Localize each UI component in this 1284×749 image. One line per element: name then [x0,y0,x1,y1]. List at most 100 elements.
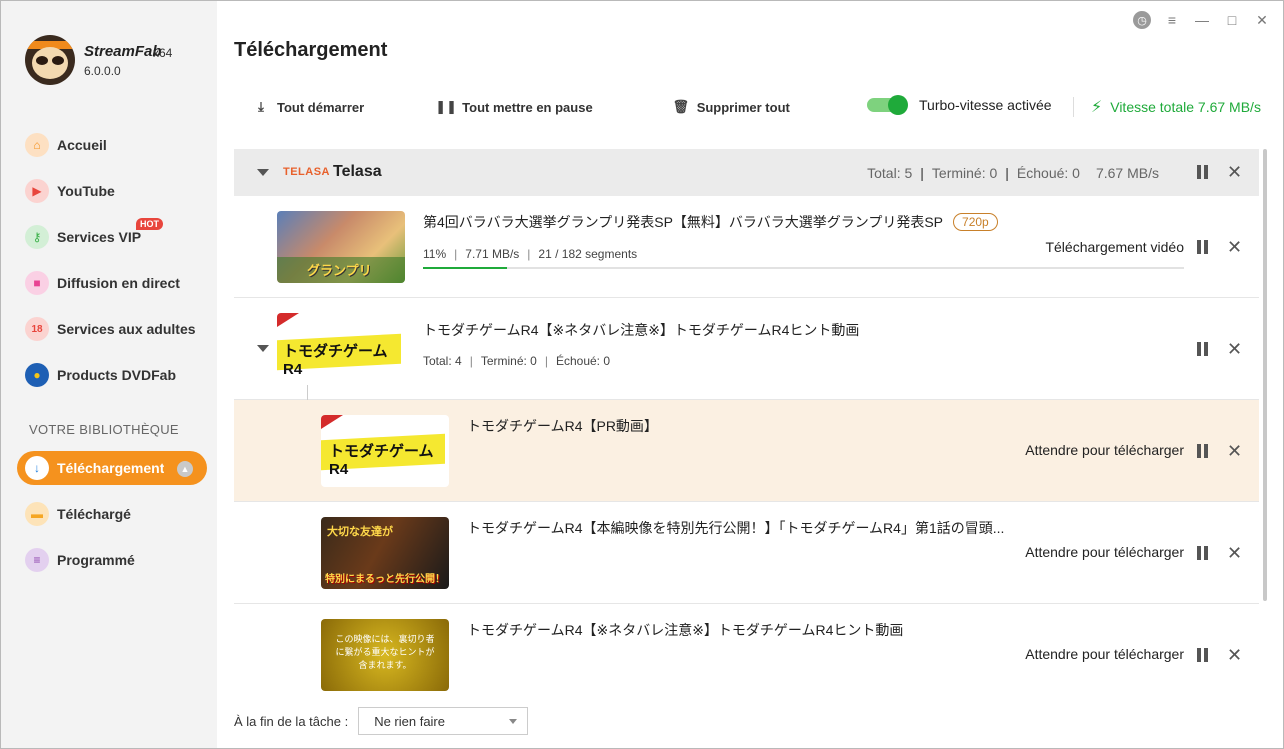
group-header[interactable]: TELASA Telasa Total: 5 | Terminé: 0 | Écho… [234,149,1259,196]
scrollbar[interactable] [1263,149,1267,601]
sidebar-item-label: Programmé [57,552,135,568]
sidebar-item-label: Téléchargé [57,506,131,522]
group-close-icon[interactable]: ✕ [1227,163,1242,181]
library-title: VOTRE BIBLIOTHÈQUE [29,422,179,437]
item-title: トモダチゲームR4【本編映像を特別先行公開！】「トモダチゲームR4」第1話の冒頭… [467,520,1005,536]
progress-bar [423,267,1184,269]
sidebar-item-label: Services VIP [57,229,142,245]
item-close-icon[interactable]: ✕ [1227,646,1242,664]
toolbar-divider [1073,97,1074,117]
window-controls: ◷ ≡ — □ ✕ [1133,11,1271,29]
item-pause-icon[interactable] [1197,648,1209,662]
history-icon[interactable]: ◷ [1133,11,1151,29]
turbo-label: Turbo-vitesse activée [919,97,1052,113]
item-title: トモダチゲームR4【※ネタバレ注意※】トモダチゲームR4ヒント動画 [467,622,904,638]
sidebar-item-label: Téléchargement [57,460,165,476]
sidebar-item-adult[interactable]: 18 Services aux adultes [17,312,207,346]
schedule-icon: ≡ [25,548,49,572]
sidebar-item-label: Products DVDFab [57,367,177,383]
download-subitem[interactable]: この映像には、裏切り者に繋がる重大なヒントが含まれます。 トモダチゲームR4【※… [234,604,1259,697]
turbo-toggle[interactable] [867,95,908,115]
camera-icon: ■ [25,271,49,295]
download-item: グランプリ 第4回バラバラ大選挙グランプリ発表SP【無料】バラバラ大選挙グランプ… [234,196,1259,298]
key-icon: ⚷ [25,225,49,249]
hot-badge: HOT [136,218,163,230]
item-pause-icon[interactable] [1197,444,1209,458]
menu-icon[interactable]: ≡ [1163,11,1181,29]
item-pause-icon[interactable] [1197,240,1209,254]
item-title: 第4回バラバラ大選挙グランプリ発表SP【無料】バラバラ大選挙グランプリ発表SP 7… [423,212,1033,232]
progress-fill [423,267,507,269]
download-subitem[interactable]: 大切な友達が 特別にまるっと先行公開！ トモダチゲームR4【本編映像を特別先行公… [234,502,1259,604]
download-icon: ↓ [25,456,49,480]
minimize-icon[interactable]: — [1193,11,1211,29]
after-task-select[interactable]: Ne rien faire [358,707,529,735]
page-title: Téléchargement [234,39,388,61]
turbo-speed: Turbo-vitesse activée [867,95,1052,115]
sidebar-item-downloading[interactable]: ↓ Téléchargement ▲ [17,451,207,485]
item-close-icon[interactable]: ✕ [1227,238,1242,256]
sidebar-item-home[interactable]: ⌂ Accueil [17,128,207,162]
video-thumbnail: トモダチゲーム R4 [321,415,449,487]
item-close-icon[interactable]: ✕ [1227,340,1242,358]
total-speed: ⚡ Vitesse totale 7.67 MB/s [1091,99,1261,116]
group-stats: Total: 5 | Terminé: 0 | Échoué: 0 7.67 MB/… [867,165,1159,181]
download-subgroup: トモダチゲーム R4 トモダチゲームR4【※ネタバレ注意※】トモダチゲームR4ヒ… [234,298,1259,400]
item-pause-icon[interactable] [1197,342,1209,356]
streamfab-logo [25,35,75,85]
collapse-icon[interactable] [257,169,269,176]
sidebar-item-dvdfab[interactable]: ● Products DVDFab [17,358,207,392]
sidebar-item-label: Diffusion en direct [57,275,180,291]
pause-icon: ❚❚ [435,99,458,114]
home-icon: ⌂ [25,133,49,157]
toolbar: ⤓ Tout démarrer ❚❚ Tout mettre en pause … [253,97,790,117]
adult-18-icon: 18 [25,317,49,341]
item-status: Attendre pour télécharger [1025,646,1184,662]
sidebar-item-scheduled[interactable]: ≡ Programmé [17,543,207,577]
after-task-label: À la fin de la tâche : [234,713,349,729]
maximize-icon[interactable]: □ [1223,11,1241,29]
item-status: Attendre pour télécharger [1025,544,1184,560]
footer: À la fin de la tâche : Ne rien faire [234,707,529,735]
group-name: Telasa [333,163,382,180]
download-arrow-icon: ⤓ [258,99,264,114]
group-pause-icon[interactable] [1197,165,1209,179]
dvdfab-icon: ● [25,363,49,387]
item-close-icon[interactable]: ✕ [1227,442,1242,460]
item-title: トモダチゲームR4【※ネタバレ注意※】トモダチゲームR4ヒント動画 [423,322,860,338]
chevron-down-icon [509,719,518,724]
video-thumbnail: グランプリ [277,211,405,283]
sidebar-item-live[interactable]: ■ Diffusion en direct [17,266,207,300]
video-thumbnail: この映像には、裏切り者に繋がる重大なヒントが含まれます。 [321,619,449,691]
item-progress-info: 11% | 7.71 MB/s | 21 / 182 segments [423,247,638,261]
lock-icon: ▲ [177,461,193,477]
sidebar-item-vip[interactable]: ⚷ Services VIP HOT [17,218,207,254]
sidebar-item-downloaded[interactable]: ▬ Téléchargé [17,497,207,531]
collapse-icon[interactable] [257,345,269,352]
app-version: 6.0.0.0 [84,64,121,78]
video-thumbnail: 大切な友達が 特別にまるっと先行公開！ [321,517,449,589]
app-name: StreamFab [84,43,162,60]
sidebar-item-label: YouTube [57,183,115,199]
item-pause-icon[interactable] [1197,546,1209,560]
item-close-icon[interactable]: ✕ [1227,544,1242,562]
main-panel: ◷ ≡ — □ ✕ Téléchargement ⤓ Tout démarrer… [217,1,1283,748]
start-all-button[interactable]: ⤓ Tout démarrer [253,99,364,115]
youtube-icon: ▶ [25,179,49,203]
trash-icon: 🗑 [672,99,689,114]
sidebar-item-label: Accueil [57,137,107,153]
item-title: トモダチゲームR4【PR動画】 [467,418,658,434]
folder-icon: ▬ [25,502,49,526]
app-arch: x64 [153,46,173,60]
delete-all-button[interactable]: 🗑 Supprimer tout [672,99,789,115]
sidebar-item-youtube[interactable]: ▶ YouTube [17,174,207,208]
video-thumbnail: トモダチゲーム R4 [277,313,405,385]
sidebar: StreamFab x64 6.0.0.0 ⌂ Accueil ▶ YouTub… [1,1,217,748]
quality-badge: 720p [953,213,998,231]
pause-all-button[interactable]: ❚❚ Tout mettre en pause [435,99,592,115]
close-window-icon[interactable]: ✕ [1253,11,1271,29]
app-window: StreamFab x64 6.0.0.0 ⌂ Accueil ▶ YouTub… [0,0,1284,749]
lightning-icon: ⚡ [1091,99,1103,116]
download-subitem[interactable]: トモダチゲーム R4 トモダチゲームR4【PR動画】 Attendre pour… [234,400,1259,502]
telasa-logo: TELASA [283,166,330,178]
